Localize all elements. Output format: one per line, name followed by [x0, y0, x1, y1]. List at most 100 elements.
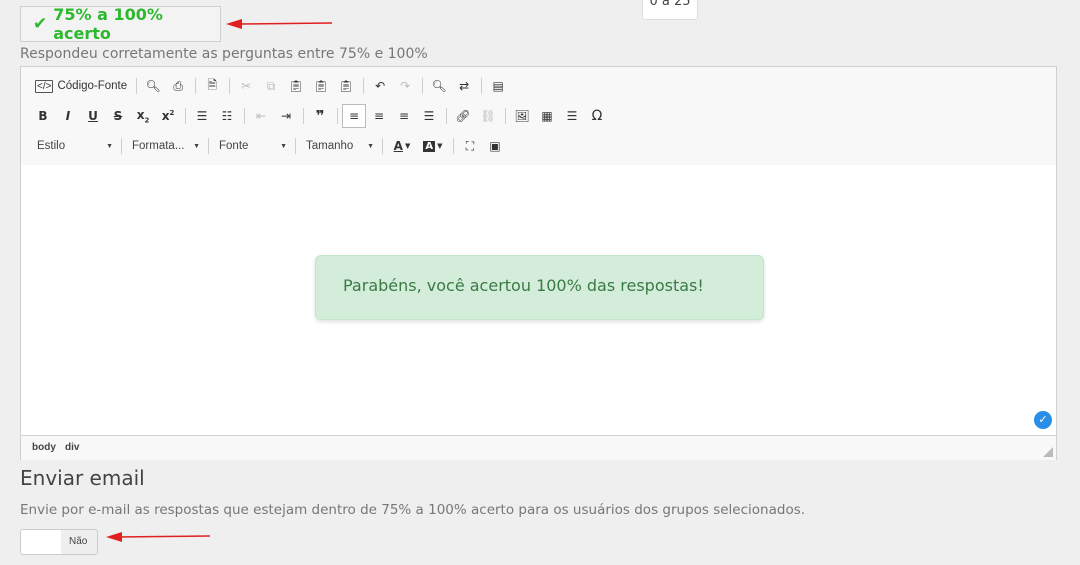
outdent-icon: ⇤ [255, 109, 267, 123]
toggle-knob [21, 530, 61, 554]
annotation-arrow-icon [106, 532, 211, 542]
spellcheck-icon[interactable]: ✓ [1034, 411, 1052, 429]
paste-text-button[interactable]: 📋︎ [309, 74, 333, 98]
replace-button[interactable]: ⇄ [452, 74, 476, 98]
alert-text: Parabéns, você acertou 100% das resposta… [343, 276, 704, 295]
resize-handle-icon[interactable] [1043, 447, 1053, 457]
editor-content-area[interactable]: Parabéns, você acertou 100% das resposta… [21, 165, 1056, 435]
align-center-button[interactable]: ≡ [367, 104, 391, 128]
font-combo-label: Fonte [219, 140, 249, 152]
print-button[interactable]: ⎙ [166, 74, 190, 98]
underline-icon: U [88, 109, 98, 123]
editor-toolbar: </> Código-Fonte 🔍︎ ⎙ 🗎 ✂ ⧉ 📋︎ 📋︎ 📋︎ ↶ ↷… [21, 67, 1056, 166]
copy-button[interactable]: ⧉ [259, 74, 283, 98]
editor-status-bar: body div [21, 435, 1056, 460]
paste-button[interactable]: 📋︎ [284, 74, 308, 98]
chevron-down-icon: ▼ [280, 142, 287, 150]
text-color-button[interactable]: A ▼ [387, 134, 417, 158]
align-center-icon: ≡ [373, 109, 385, 123]
unlink-icon: ⛓ [480, 109, 496, 123]
superscript-icon: x2 [161, 109, 175, 123]
bulleted-list-button[interactable]: ☷ [215, 104, 239, 128]
numbered-list-icon: ☰ [196, 109, 208, 123]
style-combo[interactable]: Estilo ▼ [31, 135, 117, 157]
strike-button[interactable]: S [106, 104, 130, 128]
omega-icon: Ω [591, 108, 603, 124]
subscript-button[interactable]: x2 [131, 104, 155, 128]
horizontal-line-icon: ☰ [566, 109, 578, 123]
undo-button[interactable]: ↶ [368, 74, 392, 98]
superscript-button[interactable]: x2 [156, 104, 180, 128]
justify-button[interactable]: ☰ [417, 104, 441, 128]
image-button[interactable]: 🖼︎ [510, 104, 534, 128]
path-body[interactable]: body [32, 442, 56, 453]
table-icon: ▦ [541, 109, 553, 123]
paste-word-icon: 📋︎ [338, 79, 354, 93]
bold-button[interactable]: B [31, 104, 55, 128]
background-color-icon: A [423, 140, 436, 152]
text-color-icon: A [393, 139, 403, 153]
success-alert: Parabéns, você acertou 100% das resposta… [315, 255, 764, 320]
align-left-button[interactable]: ≡ [342, 104, 366, 128]
paste-icon: 📋︎ [288, 79, 304, 93]
redo-button[interactable]: ↷ [393, 74, 417, 98]
cut-icon: ✂ [241, 79, 252, 93]
document-icon: 🗎 [207, 77, 217, 92]
send-email-title: Enviar email [20, 466, 145, 490]
check-icon: ✔ [33, 14, 48, 34]
templates-button[interactable]: 🗎 [200, 74, 224, 98]
undo-icon: ↶ [375, 79, 386, 93]
numbered-list-button[interactable]: ☰ [190, 104, 214, 128]
special-char-button[interactable]: Ω [585, 104, 609, 128]
bulleted-list-icon: ☷ [221, 109, 233, 123]
preview-button[interactable]: 🔍︎ [141, 74, 165, 98]
source-button[interactable]: </> Código-Fonte [31, 74, 131, 98]
preview-icon: 🔍︎ [145, 79, 161, 93]
source-label: Código-Fonte [57, 80, 128, 92]
italic-button[interactable]: I [56, 104, 80, 128]
tooltip-text: 0 a 25 [649, 0, 691, 9]
send-email-toggle[interactable]: Não [20, 529, 98, 555]
align-right-icon: ≡ [398, 109, 410, 123]
indent-button[interactable]: ⇥ [274, 104, 298, 128]
range-badge[interactable]: ✔ 75% a 100% acerto [20, 5, 221, 43]
align-right-button[interactable]: ≡ [392, 104, 416, 128]
horizontal-line-button[interactable]: ☰ [560, 104, 584, 128]
image-icon: 🖼︎ [514, 109, 530, 123]
range-tooltip: 0 a 25 [642, 0, 698, 20]
chevron-down-icon: ▼ [193, 142, 200, 150]
chevron-down-icon: ▼ [367, 142, 374, 150]
redo-icon: ↷ [400, 79, 411, 93]
format-combo[interactable]: Formata... ▼ [126, 135, 204, 157]
cut-button[interactable]: ✂ [234, 74, 258, 98]
find-button[interactable]: 🔍︎ [427, 74, 451, 98]
link-button[interactable]: 🔗︎ [451, 104, 475, 128]
style-combo-label: Estilo [37, 140, 66, 152]
bold-icon: B [38, 109, 48, 123]
italic-icon: I [65, 109, 71, 123]
source-icon: </> [35, 79, 54, 93]
show-blocks-button[interactable]: ▣ [483, 134, 507, 158]
search-icon: 🔍︎ [431, 79, 447, 93]
bg-color-button[interactable]: A ▼ [418, 134, 448, 158]
strikethrough-icon: S [113, 109, 123, 123]
size-combo[interactable]: Tamanho ▼ [300, 135, 378, 157]
font-combo[interactable]: Fonte ▼ [213, 135, 291, 157]
underline-button[interactable]: U [81, 104, 105, 128]
range-description: Respondeu corretamente as perguntas entr… [20, 46, 428, 62]
maximize-button[interactable]: ⛶ [458, 134, 482, 158]
table-button[interactable]: ▦ [535, 104, 559, 128]
select-all-button[interactable]: ▤ [486, 74, 510, 98]
copy-icon: ⧉ [266, 78, 276, 93]
paste-word-button[interactable]: 📋︎ [334, 74, 358, 98]
send-email-description: Envie por e-mail as respostas que esteja… [20, 502, 806, 518]
quote-icon: ❞ [315, 107, 325, 125]
maximize-icon: ⛶ [465, 138, 475, 153]
outdent-button[interactable]: ⇤ [249, 104, 273, 128]
toggle-label: Não [69, 536, 88, 547]
unlink-button[interactable]: ⛓ [476, 104, 500, 128]
blockquote-button[interactable]: ❞ [308, 104, 332, 128]
indent-icon: ⇥ [280, 109, 292, 123]
path-div[interactable]: div [65, 442, 79, 453]
range-title: 75% a 100% acerto [53, 5, 163, 43]
